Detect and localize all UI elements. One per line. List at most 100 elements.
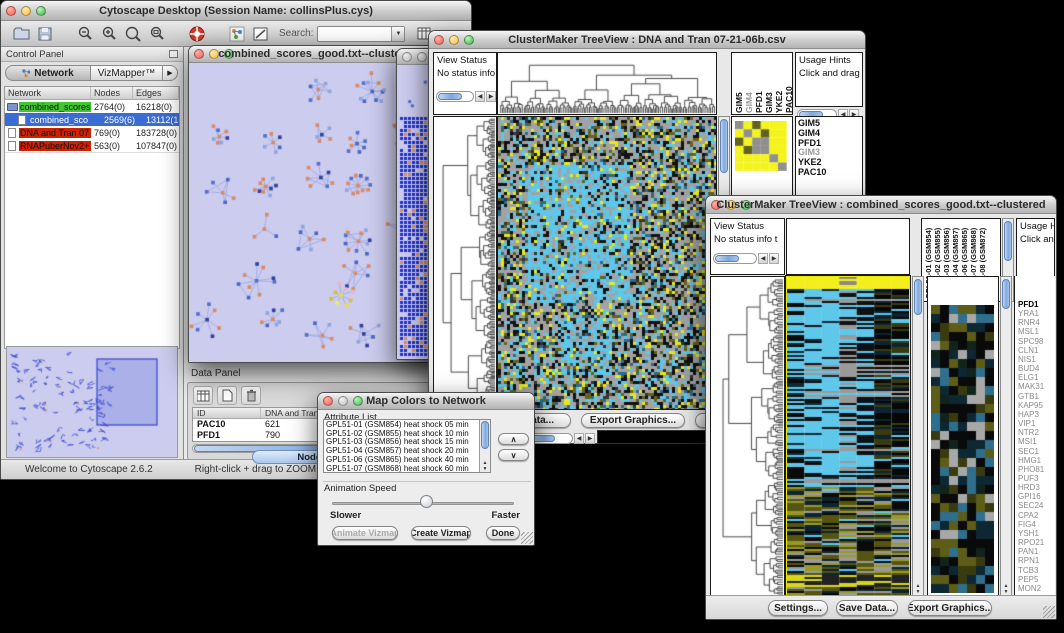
dialog-button[interactable]: Animate Vizmap (332, 526, 398, 540)
scroll-right-icon[interactable]: ▶ (769, 253, 779, 264)
move-down-button[interactable]: ∨ (498, 449, 529, 461)
gene-label: HRD3 (1018, 483, 1044, 492)
view-status-panel: View Status No status info t ◀ ▶ (710, 218, 785, 275)
heatmap-canvas[interactable] (786, 276, 910, 596)
scroll-left-icon[interactable]: ◀ (758, 253, 768, 264)
dialog-titlebar[interactable]: Map Colors to Network (318, 393, 534, 410)
network-name: combined_sco (29, 115, 101, 125)
usage-hints-panel: Usage Hints Click and drag tc (795, 52, 863, 107)
treeview1-hscrollbar[interactable]: ◀ ▶ (529, 433, 595, 444)
treeview1-title: ClusterMaker TreeView : DNA and Tran 07-… (429, 34, 865, 46)
chevron-down-icon[interactable]: ▼ (391, 27, 404, 41)
gene-label: CLN1 (1018, 346, 1044, 355)
treeview2-button[interactable]: Export Graphics... (908, 600, 992, 616)
help-lifesaver-icon[interactable] (185, 23, 209, 45)
attribute-list[interactable]: GPL51-01 (GSM854) heat shock 05 minGPL51… (323, 419, 491, 473)
dialog-button[interactable]: Done (486, 526, 520, 540)
network-edges-count: 13112(15) (143, 115, 179, 125)
view-status-scrollbar[interactable]: ◀ ▶ (713, 253, 779, 264)
resize-grip[interactable] (521, 532, 533, 544)
column-label: GIM4 (744, 55, 754, 113)
scroll-left-icon[interactable]: ◀ (574, 433, 584, 444)
column-label: PAC10 (784, 55, 792, 113)
slider-thumb[interactable] (420, 495, 433, 508)
annotation-icon[interactable] (249, 23, 273, 45)
float-panel-icon[interactable] (169, 50, 178, 58)
gene-label: KAP95 (1018, 401, 1044, 410)
gene-label: PHO81 (1018, 465, 1044, 474)
view-status-scrollbar[interactable]: ◀ ▶ (436, 91, 496, 102)
gene-label: GIM5 (798, 119, 826, 129)
main-titlebar[interactable]: Cytoscape Desktop (Session Name: collins… (1, 1, 471, 21)
network-overview-thumbnail[interactable] (6, 346, 178, 458)
main-window-title: Cytoscape Desktop (Session Name: collins… (1, 5, 471, 17)
row-dendrogram[interactable] (433, 116, 497, 410)
treeview2-button[interactable]: Save Data... (836, 600, 898, 616)
gene-label: RPN1 (1018, 556, 1044, 565)
delete-trash-icon[interactable] (241, 386, 261, 405)
dialog-title: Map Colors to Network (318, 395, 534, 407)
network-table-row[interactable]: combined_sco2569(6)13112(15) (5, 113, 179, 126)
zoom-selected-icon[interactable] (121, 23, 145, 45)
network-name: DNA and Tran 07 (19, 128, 91, 138)
treeview2-button[interactable]: Settings... (768, 600, 828, 616)
gene-label: GIM4 (798, 129, 826, 139)
summary-strip (597, 430, 715, 444)
treeview2-titlebar[interactable]: ClusterMaker TreeView : combined_scores_… (706, 196, 1056, 214)
zoom-out-icon[interactable] (73, 23, 97, 45)
scroll-right-icon[interactable]: ▶ (585, 433, 595, 444)
gene-label: VIP1 (1018, 419, 1044, 428)
ontology-graph-icon[interactable] (225, 23, 249, 45)
network-table-row[interactable]: RNAPuberNov2+563(0)107847(0) (5, 139, 179, 152)
gene-label: PFD1 (1018, 300, 1044, 309)
zoom-in-icon[interactable] (97, 23, 121, 45)
gene-label: SPC98 (1018, 337, 1044, 346)
column-dendrogram[interactable] (497, 52, 717, 115)
network-table-row[interactable]: DNA and Tran 07769(0)183728(0) (5, 126, 179, 139)
zoom-heatmap-panel (927, 276, 999, 596)
tab-network[interactable]: Network (5, 65, 91, 81)
row-dendrogram[interactable] (710, 276, 785, 596)
column-label: YKE2 (774, 55, 784, 113)
gene-label: RNR4 (1018, 318, 1044, 327)
gene-label: TCB3 (1018, 566, 1044, 575)
heatmap-canvas[interactable] (497, 116, 717, 410)
gene-list-panel: PFD1YRA1RNR4MSL1SPC98CLN1NIS1BUD4ELG1MAK… (1014, 276, 1055, 596)
tab-vizmapper[interactable]: VizMapper™ (91, 65, 163, 81)
resize-grip[interactable] (1043, 606, 1055, 618)
zoom-fit-icon[interactable] (145, 23, 169, 45)
zoom-heatmap[interactable] (931, 305, 994, 593)
heatmap-vscrollbar[interactable]: ▲▼ (912, 276, 924, 596)
attribute-table-icon[interactable] (193, 386, 213, 405)
file-icon (8, 141, 16, 151)
network-table-header: Network Nodes Edges (5, 87, 179, 100)
scroll-right-icon[interactable]: ▶ (486, 91, 496, 102)
tab-overflow-button[interactable]: ▶ (163, 65, 178, 81)
attribute-list-scrollbar[interactable]: ▲▼ (479, 420, 490, 472)
network-nodes-count: 2764(0) (91, 102, 133, 112)
treeview1-button[interactable]: Export Graphics... (581, 413, 685, 428)
dialog-button[interactable]: Create Vizmap (411, 526, 471, 540)
gene-label: SEC1 (1018, 447, 1044, 456)
zoom-vscrollbar[interactable]: ▲▼ (1000, 276, 1012, 596)
scroll-left-icon[interactable]: ◀ (475, 91, 485, 102)
search-input[interactable]: ▼ (317, 26, 405, 42)
network-edges-count: 107847(0) (133, 141, 179, 151)
file-icon (18, 115, 26, 125)
move-up-button[interactable]: ∧ (498, 433, 529, 445)
gene-label: GIM3 (798, 148, 826, 158)
network-nodes-count: 2569(6) (101, 115, 143, 125)
treeview1-titlebar[interactable]: ClusterMaker TreeView : DNA and Tran 07-… (429, 31, 865, 49)
network-nodes-count: 563(0) (91, 141, 133, 151)
gene-label: PUF3 (1018, 474, 1044, 483)
network-table-row[interactable]: combined_scores2764(0)16218(0) (5, 100, 179, 113)
new-attribute-icon[interactable] (217, 386, 237, 405)
close-icon[interactable] (402, 52, 412, 62)
open-file-button[interactable] (9, 23, 33, 45)
save-button[interactable] (33, 23, 57, 45)
folder-icon (7, 103, 18, 111)
attribute-list-item[interactable]: GPL51-07 (GSM868) heat shock 60 min (326, 465, 490, 473)
mini-heatmap[interactable] (735, 121, 787, 171)
minimize-icon[interactable] (417, 52, 427, 62)
gene-label: NIS1 (1018, 355, 1044, 364)
